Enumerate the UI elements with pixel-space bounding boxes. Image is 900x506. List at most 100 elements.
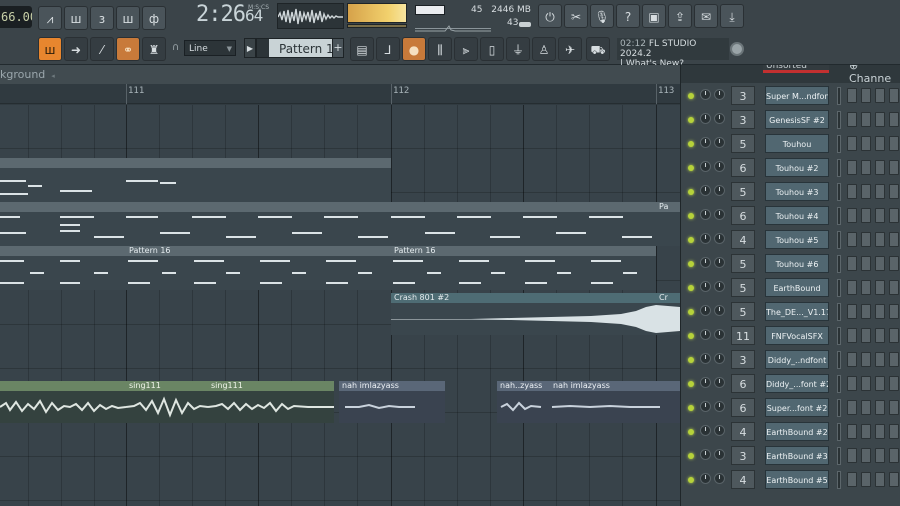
- channel-row[interactable]: 4 EarthBound #2: [681, 420, 900, 444]
- channel-select[interactable]: [837, 351, 841, 369]
- channel-volume-knob[interactable]: [714, 377, 725, 388]
- channel-mixer-track[interactable]: 3: [731, 446, 755, 465]
- channel-led-icon[interactable]: [688, 285, 694, 291]
- channel-pan-knob[interactable]: [700, 473, 711, 484]
- audio-clip[interactable]: nah..zyass: [497, 381, 550, 423]
- channel-rack-icon[interactable]: ⫸: [454, 37, 478, 61]
- channel-mixer-track[interactable]: 11: [731, 326, 755, 345]
- channel-volume-knob[interactable]: [714, 281, 725, 292]
- browser-icon[interactable]: ▯: [480, 37, 504, 61]
- channel-filter-select[interactable]: Unsorted: [763, 65, 829, 73]
- channel-pan-knob[interactable]: [700, 449, 711, 460]
- channel-volume-knob[interactable]: [714, 113, 725, 124]
- channel-pan-knob[interactable]: [700, 209, 711, 220]
- piano-roll-icon[interactable]: ⅃: [376, 37, 400, 61]
- channel-led-icon[interactable]: [688, 357, 694, 363]
- step-button[interactable]: [847, 88, 857, 103]
- step-seq-icon[interactable]: ш: [64, 6, 88, 30]
- pattern-prev-button[interactable]: ▶: [244, 38, 256, 58]
- channel-select[interactable]: [837, 231, 841, 249]
- waveform-tool-icon[interactable]: ⩘: [38, 6, 62, 30]
- tempo-tapper-icon[interactable]: ♙: [532, 37, 556, 61]
- step-button[interactable]: [889, 328, 899, 343]
- channel-pan-knob[interactable]: [700, 329, 711, 340]
- pattern-clip[interactable]: Pattern 16: [391, 246, 656, 290]
- step-button[interactable]: [875, 184, 885, 199]
- step-button[interactable]: [847, 376, 857, 391]
- channel-led-icon[interactable]: [688, 165, 694, 171]
- shop-icon[interactable]: ⛟: [586, 37, 610, 61]
- channel-volume-knob[interactable]: [714, 89, 725, 100]
- step-button[interactable]: [875, 136, 885, 151]
- channel-name-button[interactable]: EarthBound #2: [765, 422, 829, 441]
- step-button[interactable]: [861, 328, 871, 343]
- step-button[interactable]: [875, 472, 885, 487]
- channel-row[interactable]: 6 Touhou #4: [681, 204, 900, 228]
- channel-select[interactable]: [837, 111, 841, 129]
- channel-volume-knob[interactable]: [714, 425, 725, 436]
- step-button[interactable]: [861, 208, 871, 223]
- audio-clip[interactable]: Crash 801 #2: [391, 293, 656, 335]
- step-button[interactable]: [875, 232, 885, 247]
- channel-row[interactable]: 3 Diddy_..ndfont: [681, 348, 900, 372]
- channel-mixer-track[interactable]: 6: [731, 398, 755, 417]
- audio-clip[interactable]: [0, 381, 126, 423]
- record-audio-icon[interactable]: 🎙: [590, 4, 614, 28]
- step-button[interactable]: [875, 424, 885, 439]
- channel-mixer-track[interactable]: 4: [731, 470, 755, 489]
- channel-pan-knob[interactable]: [700, 305, 711, 316]
- sync-icon[interactable]: ф: [142, 6, 166, 30]
- save-icon[interactable]: ▣: [642, 4, 666, 28]
- channel-pan-knob[interactable]: [700, 113, 711, 124]
- step-button[interactable]: [847, 472, 857, 487]
- channel-select[interactable]: [837, 159, 841, 177]
- channel-led-icon[interactable]: [688, 117, 694, 123]
- channel-pan-knob[interactable]: [700, 137, 711, 148]
- channel-select[interactable]: [837, 303, 841, 321]
- channel-name-button[interactable]: Diddy_...font #2: [765, 374, 829, 393]
- step-button[interactable]: [847, 112, 857, 127]
- channel-name-button[interactable]: Diddy_..ndfont: [765, 350, 829, 369]
- channel-led-icon[interactable]: [688, 141, 694, 147]
- step-button[interactable]: [847, 136, 857, 151]
- channel-pan-knob[interactable]: [700, 257, 711, 268]
- channel-select[interactable]: [837, 255, 841, 273]
- step-button[interactable]: [875, 208, 885, 223]
- channel-pan-knob[interactable]: [700, 89, 711, 100]
- step-button[interactable]: [861, 88, 871, 103]
- step-button[interactable]: [889, 304, 899, 319]
- channel-select[interactable]: [837, 327, 841, 345]
- channel-volume-knob[interactable]: [714, 449, 725, 460]
- channel-name-button[interactable]: Touhou #2: [765, 158, 829, 177]
- step-button[interactable]: [847, 448, 857, 463]
- step-button[interactable]: [861, 424, 871, 439]
- channel-mixer-track[interactable]: 5: [731, 278, 755, 297]
- step-button[interactable]: [875, 448, 885, 463]
- channel-mixer-track[interactable]: 3: [731, 110, 755, 129]
- channel-volume-knob[interactable]: [714, 473, 725, 484]
- channel-row[interactable]: 6 Touhou #2: [681, 156, 900, 180]
- channel-select[interactable]: [837, 375, 841, 393]
- step-button[interactable]: [875, 328, 885, 343]
- channel-led-icon[interactable]: [688, 453, 694, 459]
- help-icon[interactable]: ?: [616, 4, 640, 28]
- playlist-icon[interactable]: ▤: [350, 37, 374, 61]
- playlist-timeline[interactable]: 111 112 113: [0, 84, 680, 104]
- channel-name-button[interactable]: The_DE..._V1.17: [765, 302, 829, 321]
- tempo-display[interactable]: 66.000: [0, 6, 32, 28]
- channel-select[interactable]: [837, 207, 841, 225]
- mixer-knob-icon[interactable]: ●: [402, 37, 426, 61]
- step-button[interactable]: [847, 400, 857, 415]
- step-button[interactable]: [889, 160, 899, 175]
- step-button[interactable]: [889, 472, 899, 487]
- channel-mixer-track[interactable]: 5: [731, 302, 755, 321]
- wait-input-icon[interactable]: ⏻: [538, 4, 562, 28]
- step-button[interactable]: [861, 448, 871, 463]
- step-button[interactable]: [889, 88, 899, 103]
- step-button[interactable]: [847, 328, 857, 343]
- step-button[interactable]: [861, 184, 871, 199]
- audio-clip[interactable]: nah imlazyass: [339, 381, 445, 423]
- channel-mixer-track[interactable]: 6: [731, 374, 755, 393]
- channel-led-icon[interactable]: [688, 237, 694, 243]
- channel-led-icon[interactable]: [688, 189, 694, 195]
